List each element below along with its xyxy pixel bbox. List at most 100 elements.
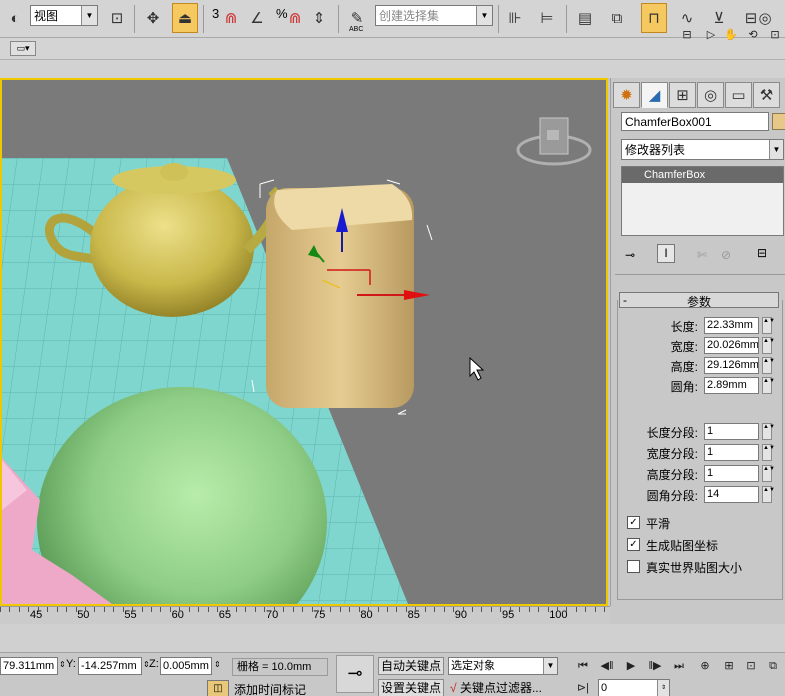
param-value-field[interactable]: 29.126mm bbox=[704, 357, 759, 374]
chevron-down-icon: ▼ bbox=[543, 658, 557, 674]
mouse-cursor-icon bbox=[469, 356, 485, 381]
checkbox-label: 真实世界贴图大小 bbox=[646, 561, 743, 575]
param-value-field[interactable]: 22.33mm bbox=[704, 317, 759, 334]
timeline-tick bbox=[462, 607, 464, 612]
select-filter-icon[interactable]: ◐ bbox=[2, 3, 28, 33]
angle-snap-icon[interactable]: ∠ bbox=[244, 3, 270, 33]
timeline-tick bbox=[368, 607, 370, 612]
y-coordinate-field[interactable]: -14.257mm bbox=[78, 657, 142, 675]
viewcube[interactable] bbox=[516, 117, 592, 166]
grid-size-display: 栅格 = 10.0mm bbox=[232, 658, 328, 676]
modifier-list-dropdown[interactable]: 修改器列表 ▼ bbox=[621, 139, 784, 160]
set-key-button[interactable]: 设置关键点 bbox=[378, 679, 444, 696]
hierarchy-tab-icon[interactable]: ⊞ bbox=[669, 82, 696, 108]
timeline-tick-label: 55 bbox=[124, 609, 137, 621]
named-selection-sets-dropdown[interactable]: 创建选择集 ▼ bbox=[375, 5, 493, 26]
timeline-tick bbox=[273, 607, 275, 612]
layer-manager-icon[interactable]: ▤ bbox=[572, 3, 598, 33]
move-gizmo-icon[interactable]: ✥ bbox=[140, 3, 166, 33]
go-to-end-icon[interactable]: ⏭ bbox=[668, 657, 690, 675]
zoom-icon[interactable]: ⊕ bbox=[694, 657, 716, 675]
timeline-tick bbox=[472, 607, 473, 612]
spinner-icon[interactable]: ⇕ bbox=[214, 660, 221, 669]
spinner-icon[interactable]: ▲▼ bbox=[762, 423, 775, 440]
key-mode-toggle-icon[interactable]: ⊳| bbox=[572, 679, 594, 696]
modifier-stack-item[interactable]: ChamferBox bbox=[622, 167, 783, 183]
param-label: 高度: bbox=[670, 360, 698, 374]
pan-view-icon[interactable]: ✋ bbox=[720, 26, 742, 44]
checkbox[interactable]: ✓ bbox=[627, 538, 640, 551]
zoom-extents-all-icon[interactable]: ⧉ bbox=[762, 657, 784, 675]
spinner-icon[interactable]: ▲▼ bbox=[762, 444, 775, 461]
timeline-tick bbox=[396, 607, 398, 612]
key-filters-button[interactable]: √ 关键点过滤器... bbox=[450, 679, 562, 696]
maximize-viewport-icon[interactable]: ⊡ bbox=[764, 26, 785, 44]
time-configuration-icon[interactable]: ⊟ bbox=[676, 26, 698, 44]
field-of-view-icon[interactable]: ▷ bbox=[700, 26, 722, 44]
curve-editor-icon[interactable]: ⊓ bbox=[641, 3, 667, 33]
create-tab-icon[interactable]: ✹ bbox=[613, 82, 640, 108]
current-frame-field[interactable]: 0 ⇕ bbox=[598, 679, 670, 696]
timeline-tick bbox=[500, 607, 502, 612]
spinner-icon[interactable]: ▲▼ bbox=[762, 337, 775, 354]
checkbox-label: 生成贴图坐标 bbox=[646, 539, 719, 553]
previous-frame-icon[interactable]: ◀‖ bbox=[596, 657, 618, 675]
pivot-center-icon[interactable]: ⊡ bbox=[104, 3, 130, 33]
object-name-field[interactable]: ChamferBox001 bbox=[621, 112, 769, 131]
checkbox[interactable]: ✓ bbox=[627, 516, 640, 529]
selected-object-dropdown[interactable]: 选定对象 ▼ bbox=[448, 657, 558, 675]
param-value-field[interactable]: 1 bbox=[704, 465, 759, 482]
spinner-icon[interactable]: ⇕ bbox=[59, 660, 66, 669]
reference-coordinate-dropdown[interactable]: 视图 ▼ bbox=[30, 5, 98, 26]
param-value-field[interactable]: 14 bbox=[704, 486, 759, 503]
make-unique-icon[interactable]: ✄ bbox=[697, 248, 707, 262]
align-icon[interactable]: ⊨ bbox=[534, 3, 560, 33]
auto-key-button[interactable]: 自动关键点 bbox=[378, 657, 444, 675]
z-coordinate-field[interactable]: 0.005mm bbox=[160, 657, 212, 675]
param-value-field[interactable]: 1 bbox=[704, 444, 759, 461]
key-filters-icon: √ bbox=[450, 681, 457, 695]
object-color-swatch[interactable] bbox=[772, 113, 785, 130]
utilities-tab-icon[interactable]: ⚒ bbox=[753, 82, 780, 108]
go-to-start-icon[interactable]: ⏮ bbox=[572, 657, 594, 675]
timeline-tick bbox=[415, 607, 417, 612]
timeline-tick bbox=[434, 607, 436, 612]
remove-modifier-icon[interactable]: ⊘ bbox=[721, 248, 731, 262]
graphite-ribbon-icon[interactable]: ⧉ bbox=[604, 3, 630, 33]
timeline-tick bbox=[160, 607, 162, 612]
play-icon[interactable]: ▶ bbox=[620, 657, 642, 675]
display-tab-icon[interactable]: ▭ bbox=[725, 82, 752, 108]
next-frame-icon[interactable]: ‖▶ bbox=[644, 657, 666, 675]
quad-menu-dropdown-icon[interactable]: ▭▾ bbox=[10, 41, 36, 56]
motion-tab-icon[interactable]: ◎ bbox=[697, 82, 724, 108]
spinner-icon[interactable]: ▲▼ bbox=[762, 486, 775, 503]
modify-tab-icon[interactable]: ◢ bbox=[641, 82, 668, 108]
pin-stack-icon[interactable]: ⊸ bbox=[625, 248, 635, 262]
x-coordinate-field[interactable]: 79.311mm bbox=[0, 657, 58, 675]
mirror-icon[interactable]: ⊪ bbox=[502, 3, 528, 33]
percent-snap-icon[interactable]: ⋒ bbox=[282, 3, 308, 33]
time-tag-icon[interactable]: ◫ bbox=[207, 680, 229, 696]
timeline-tick bbox=[122, 607, 124, 612]
param-value-field[interactable]: 1 bbox=[704, 423, 759, 440]
spinner-icon[interactable]: ▲▼ bbox=[762, 377, 775, 394]
key-mode-icon[interactable]: ⊸ bbox=[336, 655, 374, 693]
zoom-extents-icon[interactable]: ⊡ bbox=[740, 657, 762, 675]
param-value-field[interactable]: 2.89mm bbox=[704, 377, 759, 394]
snap-magnet-icon[interactable]: ⋒ bbox=[218, 3, 244, 33]
checkbox[interactable] bbox=[627, 560, 640, 573]
spinner-icon[interactable]: ▲▼ bbox=[762, 357, 775, 374]
configure-modifier-sets-icon[interactable]: ⊟ bbox=[757, 246, 767, 260]
orbit-icon[interactable]: ⟲ bbox=[742, 26, 764, 44]
add-time-tag-label[interactable]: 添加时间标记 bbox=[234, 681, 306, 696]
spinner-icon[interactable]: ▲▼ bbox=[762, 465, 775, 482]
spinner-snap-icon[interactable]: ⇕ bbox=[306, 3, 332, 33]
perspective-viewport[interactable] bbox=[0, 78, 608, 606]
manipulate-icon[interactable]: ⏏ bbox=[172, 3, 198, 33]
param-value-field[interactable]: 20.026mm bbox=[704, 337, 759, 354]
show-end-result-icon[interactable]: Ι bbox=[657, 244, 675, 263]
zoom-all-icon[interactable]: ⊞ bbox=[718, 657, 740, 675]
spinner-icon[interactable]: ▲▼ bbox=[762, 317, 775, 334]
timeline-ruler[interactable]: 45 50 55 60 65 70 75 80 85 90 95 100 bbox=[0, 606, 610, 624]
track-bar-spacer bbox=[0, 624, 785, 652]
